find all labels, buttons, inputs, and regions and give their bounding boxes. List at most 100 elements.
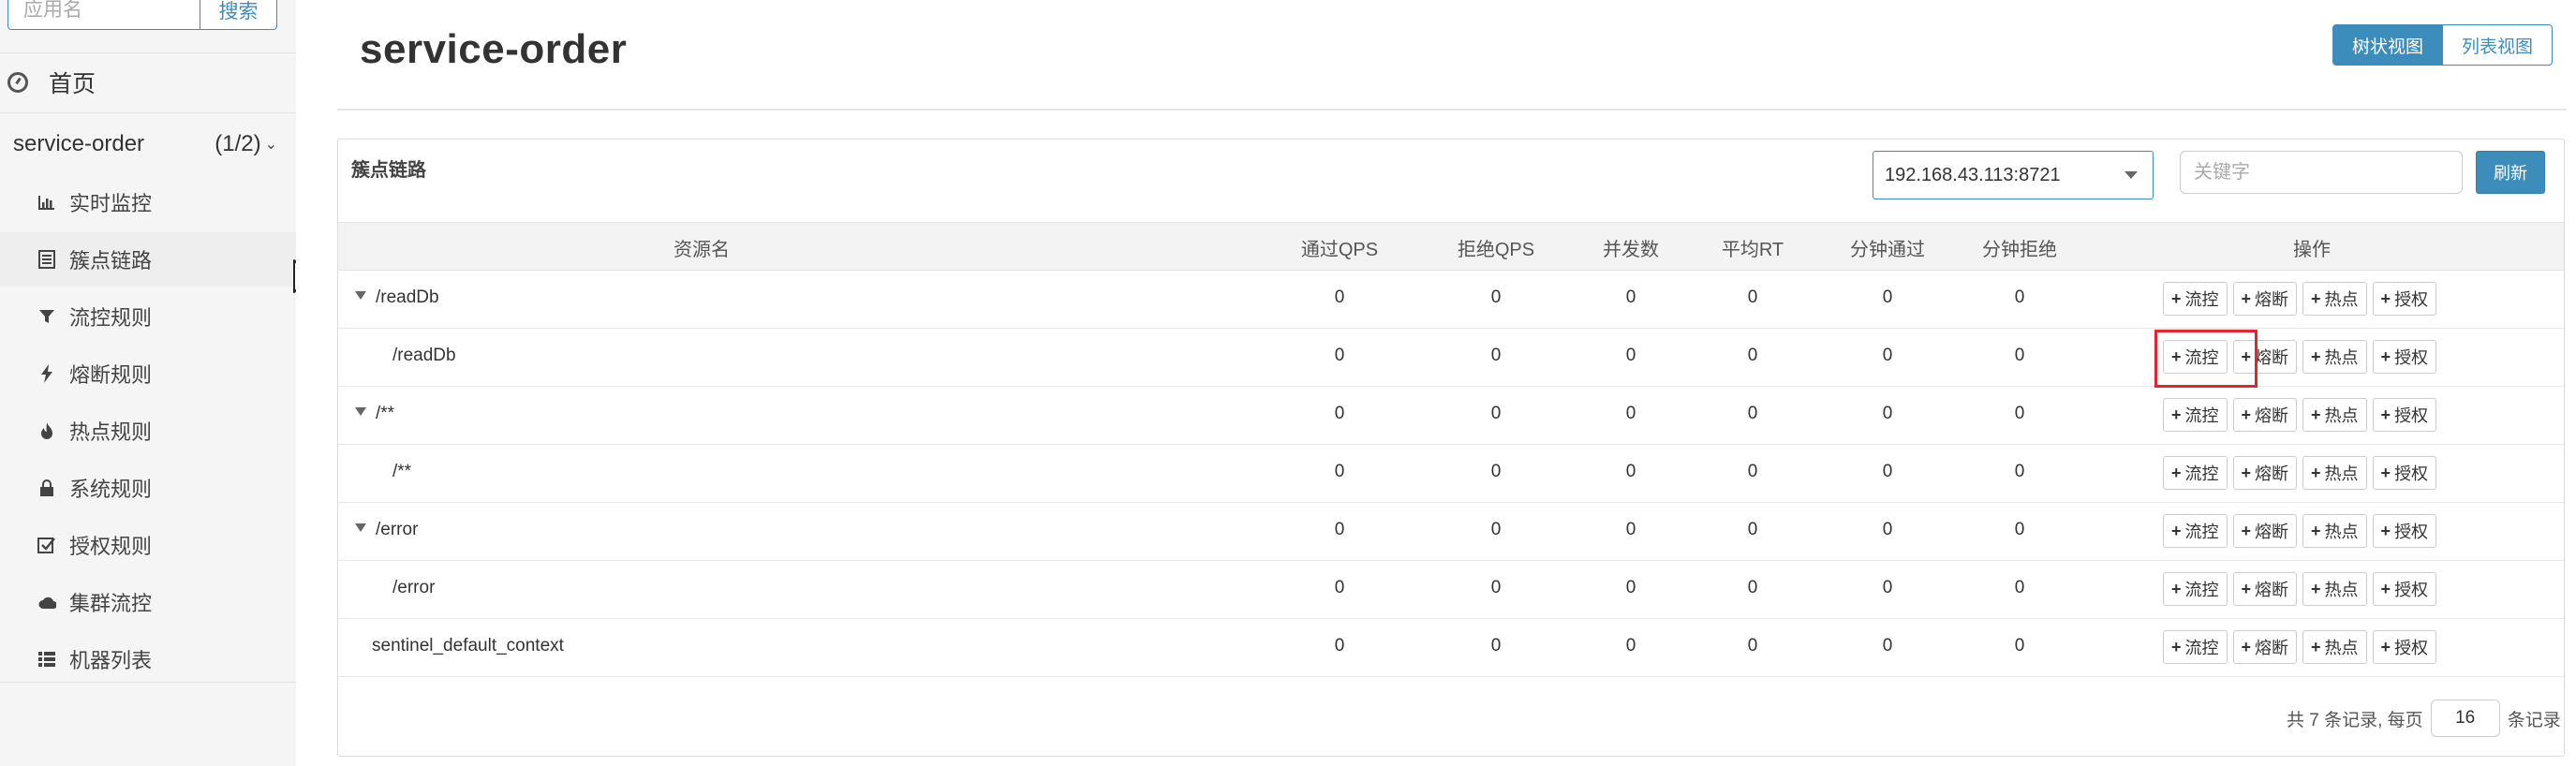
op-label: 热点 [2324,523,2359,541]
add-flow-rule-button[interactable]: + 流控 [2163,572,2228,606]
metric-cell: 0 [1747,462,1758,481]
add-degrade-rule-button[interactable]: + 熔断 [2232,282,2298,316]
metric-cell: 0 [1882,346,1893,365]
add-auth-rule-button[interactable]: + 授权 [2372,514,2437,548]
add-auth-rule-button[interactable]: + 授权 [2372,282,2437,316]
expand-caret-icon[interactable] [355,291,366,301]
metric-cell: 0 [1490,346,1502,365]
sidebar-item-check[interactable]: 授权规则 [0,518,296,572]
op-label: 热点 [2324,290,2359,309]
metric-cell: 0 [2014,578,2025,597]
col-minute-pass: 分钟通过 [1850,239,1925,260]
metric-cell: 0 [1334,520,1345,539]
tree-view-button[interactable]: 树状视图 [2332,24,2444,66]
metric-cell: 0 [1490,462,1502,481]
resource-name: /error [376,520,419,539]
add-flow-rule-button[interactable]: + 流控 [2163,630,2228,664]
sidebar-item-lock[interactable]: 系统规则 [0,461,296,515]
metric-cell: 0 [1882,462,1893,481]
add-flow-rule-button[interactable]: + 流控 [2163,514,2228,548]
resource-name-cell: sentinel_default_context [372,636,564,656]
add-auth-rule-button[interactable]: + 授权 [2372,456,2437,490]
plus-icon: + [2171,579,2182,598]
page-size-input[interactable] [2430,700,2500,737]
add-flow-rule-button[interactable]: + 流控 [2163,398,2228,432]
plus-icon: + [2241,463,2252,482]
sidebar-item-label: 授权规则 [69,535,153,558]
sidebar-item-th-list[interactable]: 机器列表 [0,632,296,686]
list-view-button[interactable]: 列表视图 [2443,24,2554,66]
add-degrade-rule-button[interactable]: + 熔断 [2232,456,2298,490]
metric-cell: 0 [1625,636,1636,656]
add-auth-rule-button[interactable]: + 授权 [2372,340,2437,374]
plus-icon: + [2311,463,2321,482]
add-degrade-rule-button[interactable]: + 熔断 [2232,340,2298,374]
sidebar-item-flash[interactable]: 熔断规则 [0,346,296,401]
metric-cell: 0 [1334,636,1345,656]
add-hot-rule-button[interactable]: + 热点 [2302,630,2367,664]
machine-select[interactable]: 192.168.43.113:8721 [1873,151,2154,199]
expand-caret-icon[interactable] [355,407,366,417]
add-flow-rule-button[interactable]: + 流控 [2163,456,2228,490]
plus-icon: + [2380,637,2391,656]
op-label: 流控 [2184,523,2219,541]
col-block-qps: 拒绝QPS [1457,239,1535,260]
op-label: 流控 [2184,464,2219,483]
sidebar-item-fire[interactable]: 热点规则 [0,404,296,458]
refresh-button[interactable]: 刷新 [2476,151,2545,194]
op-label: 授权 [2394,464,2429,483]
op-label: 熔断 [2255,581,2289,599]
add-degrade-rule-button[interactable]: + 熔断 [2232,630,2298,664]
metric-cell: 0 [1747,346,1758,365]
lock-icon [37,479,56,497]
add-hot-rule-button[interactable]: + 热点 [2302,456,2367,490]
col-minute-block: 分钟拒绝 [1982,239,2057,260]
plus-icon: + [2380,463,2391,482]
plus-icon: + [2171,637,2182,656]
sidebar-app-service-order[interactable]: service-order (1/2) ⌄ [13,125,277,163]
add-hot-rule-button[interactable]: + 热点 [2302,340,2367,374]
add-auth-rule-button[interactable]: + 授权 [2372,630,2437,664]
op-label: 熔断 [2255,406,2289,425]
add-auth-rule-button[interactable]: + 授权 [2372,398,2437,432]
app-name: service-order [13,131,145,156]
expand-caret-icon[interactable] [355,523,366,533]
metric-cell: 0 [1625,346,1636,365]
app-search-input[interactable] [7,0,200,30]
add-degrade-rule-button[interactable]: + 熔断 [2232,572,2298,606]
sidebar-item-filter[interactable]: 流控规则 [0,289,296,344]
add-hot-rule-button[interactable]: + 热点 [2302,282,2367,316]
sidebar-item-cloud[interactable]: 集群流控 [0,575,296,629]
sidebar-item-label: 簇点链路 [69,249,153,273]
metric-cell: 0 [2014,404,2025,423]
metric-cell: 0 [1625,462,1636,481]
col-pass-qps: 通过QPS [1300,239,1379,260]
add-hot-rule-button[interactable]: + 热点 [2302,572,2367,606]
add-degrade-rule-button[interactable]: + 熔断 [2232,514,2298,548]
keyword-input[interactable] [2180,151,2463,194]
resource-name-cell: /error [392,578,435,598]
row-operations: + 流控 + 熔断 + 热点 + 授权 [2163,572,2437,606]
sidebar-item-list[interactable]: 簇点链路 [0,232,296,287]
search-button[interactable]: 搜索 [200,0,277,30]
add-hot-rule-button[interactable]: + 热点 [2302,398,2367,432]
op-label: 熔断 [2255,464,2289,483]
add-auth-rule-button[interactable]: + 授权 [2372,572,2437,606]
plus-icon: + [2171,521,2182,540]
add-hot-rule-button[interactable]: + 热点 [2302,514,2367,548]
plus-icon: + [2171,346,2182,366]
sidebar-item-home[interactable]: 首页 [7,64,96,101]
resource-panel: 簇点链路 192.168.43.113:8721 刷新 资源名 通过QPS 拒绝… [337,139,2565,757]
check-icon [37,536,56,554]
add-degrade-rule-button[interactable]: + 熔断 [2232,398,2298,432]
add-flow-rule-button[interactable]: + 流控 [2163,340,2228,374]
sidebar-item-bar-chart[interactable]: 实时监控 [0,175,296,229]
machine-select-value: 192.168.43.113:8721 [1885,164,2061,185]
resource-name: /error [392,578,436,597]
resource-name: /** [392,462,412,481]
metric-cell: 0 [1334,346,1345,365]
add-flow-rule-button[interactable]: + 流控 [2163,282,2228,316]
metric-cell: 0 [1334,404,1345,423]
metric-cell: 0 [1625,287,1636,307]
sidebar-item-label: 流控规则 [69,306,153,330]
